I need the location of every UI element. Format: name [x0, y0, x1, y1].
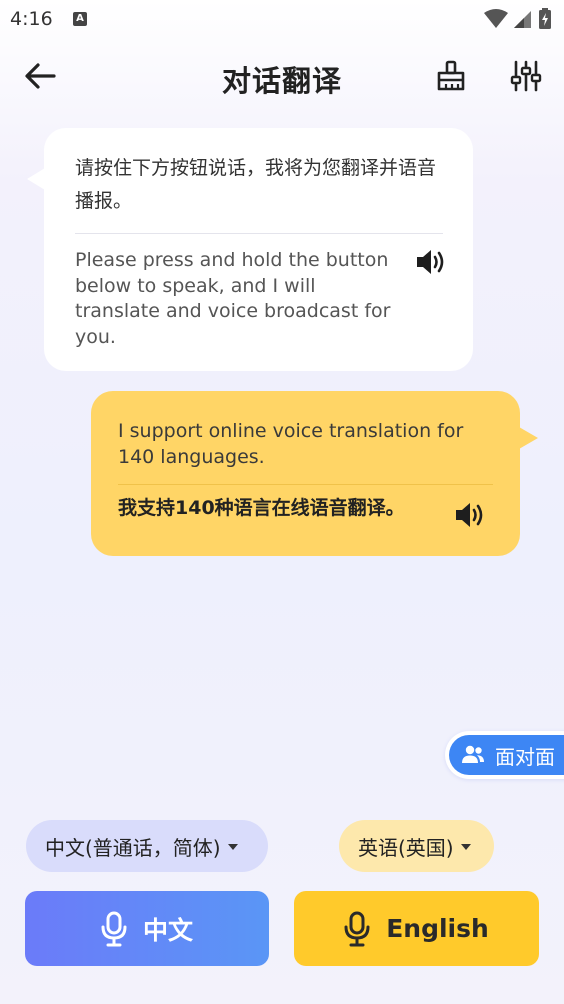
message-bubble-left: 请按住下方按钮说话，我将为您翻译并语音播报。 Please press and … [27, 128, 473, 371]
notification-a-icon: A [73, 12, 87, 26]
message-source-text: 请按住下方按钮说话，我将为您翻译并语音播报。 [75, 157, 437, 212]
system-icons [484, 8, 552, 30]
speaker-icon [456, 503, 483, 527]
message-translated-text: 我支持140种语言在线语音翻译。 [118, 497, 405, 519]
speak-english-button[interactable]: English [294, 891, 539, 966]
face-to-face-label: 面对面 [495, 744, 555, 769]
play-audio-button[interactable] [415, 247, 447, 277]
broom-icon [437, 60, 465, 91]
sliders-icon [510, 60, 542, 92]
speak-chinese-button[interactable]: 中文 [25, 891, 269, 966]
message-divider [75, 233, 443, 234]
message-source-text: I support online voice translation for 1… [118, 420, 464, 468]
speak-english-label: English [386, 914, 489, 943]
wifi-icon [484, 9, 508, 28]
play-audio-button[interactable] [454, 500, 486, 530]
message-divider [118, 484, 493, 485]
source-language-select[interactable]: 中文(普通话，简体) [26, 820, 268, 872]
target-language-select[interactable]: 英语(英国) [339, 820, 494, 872]
settings-button[interactable] [508, 58, 544, 94]
message-translated-text: Please press and hold the button below t… [75, 249, 391, 348]
clear-history-button[interactable] [434, 58, 468, 94]
message-bubble-right: I support online voice translation for 1… [91, 391, 538, 556]
microphone-icon [101, 911, 127, 946]
signal-icon [514, 11, 531, 28]
source-language-label: 中文(普通话，简体) [45, 835, 221, 860]
battery-icon [539, 8, 551, 29]
face-to-face-button[interactable]: 面对面 [445, 731, 564, 779]
target-language-label: 英语(英国) [358, 835, 454, 860]
caret-down-icon [460, 844, 471, 850]
app-bar: 对话翻译 [0, 44, 564, 108]
speaker-icon [417, 250, 444, 274]
speak-chinese-label: 中文 [142, 915, 193, 945]
people-icon [462, 745, 484, 763]
status-bar: 4:16 A [0, 0, 564, 38]
face-to-face-inner: 面对面 [449, 735, 564, 775]
microphone-icon [344, 911, 370, 946]
status-time: 4:16 [10, 8, 53, 30]
caret-down-icon [227, 844, 238, 850]
page-title: 对话翻译 [221, 64, 342, 98]
